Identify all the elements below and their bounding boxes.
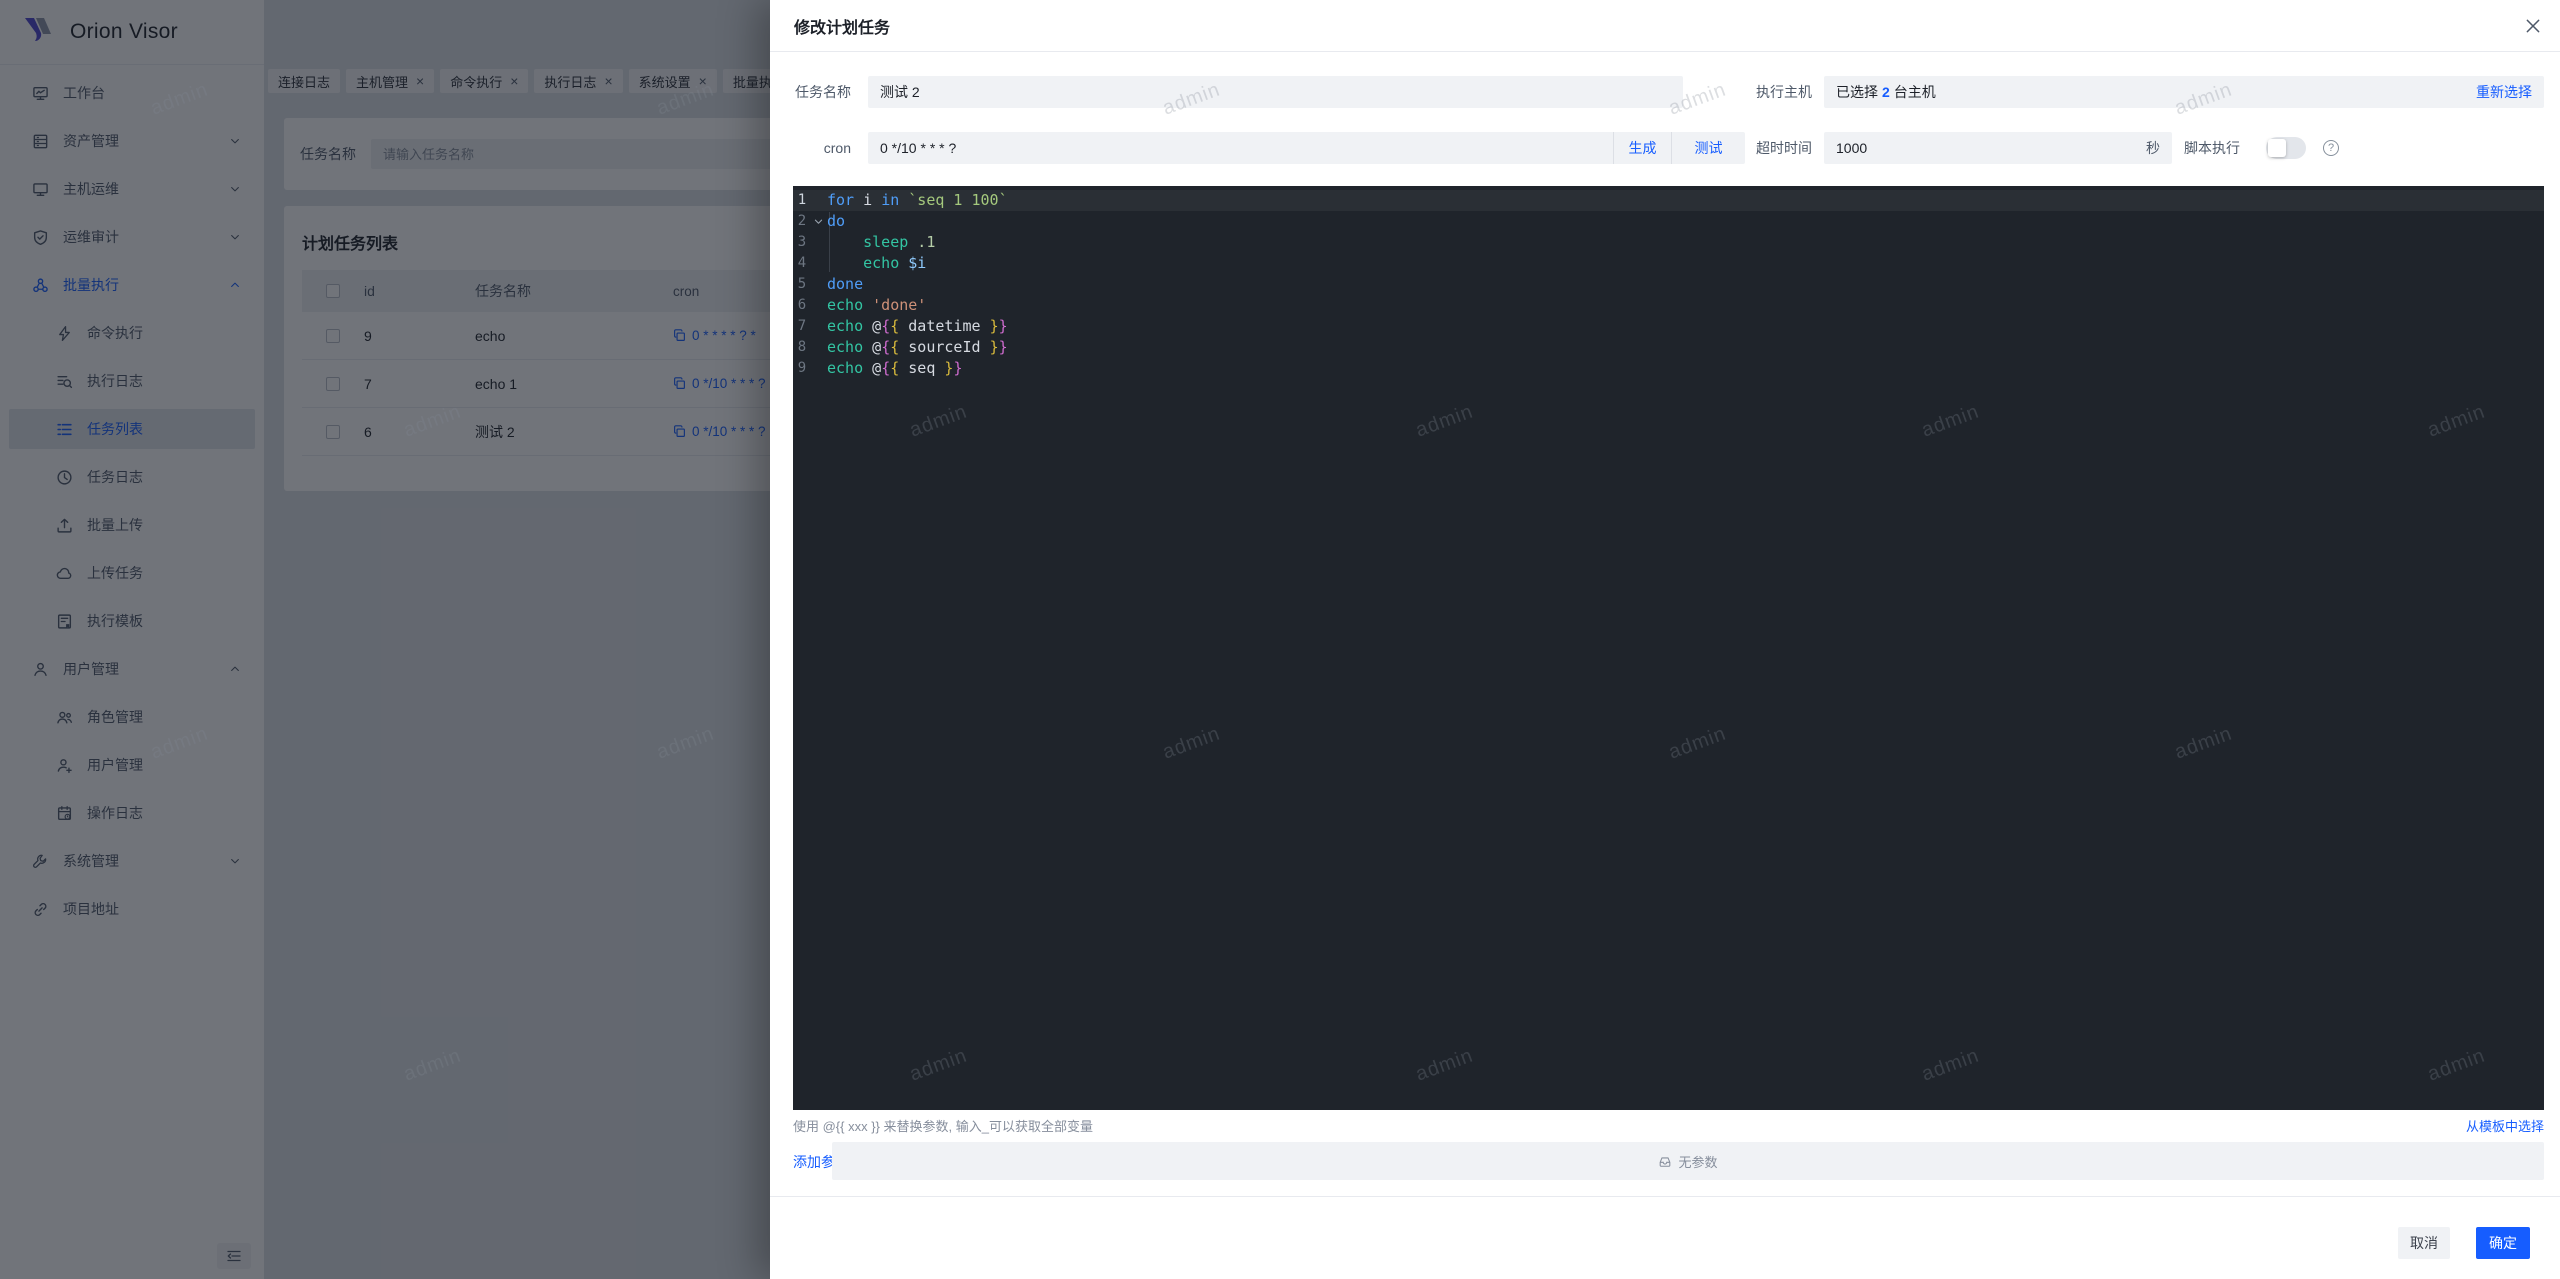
timeout-input[interactable] [1824,140,2024,156]
drawer-header: 修改计划任务 [770,0,2560,52]
from-template-link[interactable]: 从模板中选择 [2466,1116,2544,1135]
timeout-unit: 秒 [2146,138,2172,158]
no-param-text: 无参数 [1678,1152,1717,1171]
edit-task-drawer: 修改计划任务 任务名称 执行主机 已选择2台主机 重新选择 cron 生成 测试… [770,0,2560,1279]
fold-chevron-icon[interactable] [813,216,824,227]
line-number: 7 [793,316,811,337]
task-name-input[interactable] [868,84,1683,100]
line-number: 3 [793,232,811,253]
line-number: 8 [793,337,811,358]
timeout-label: 超时时间 [1746,132,1812,164]
screen: Orion Visor 工作台 资产管理 主机运维 运维审计 批量执行 命令执行… [0,0,2560,1279]
confirm-button[interactable]: 确定 [2476,1227,2530,1259]
cron-generate-button[interactable]: 生成 [1613,132,1671,164]
line-number: 1 [793,190,811,211]
code-line[interactable]: 1for i in `seq 1 100` [793,190,2544,211]
cron-test-button[interactable]: 测试 [1671,132,1745,164]
script-code-editor[interactable]: 1for i in `seq 1 100` 2do 3 sleep .1 4 e… [793,186,2544,1110]
param-hint-text: 使用 @{{ xxx }} 来替换参数, 输入_可以获取全部变量 [793,1116,1093,1135]
cron-field-group: 生成 测试 [868,132,1745,164]
code-line[interactable]: 4 echo $i [793,253,2544,274]
task-name-field [868,76,1683,108]
code-line[interactable]: 2do [793,211,2544,232]
line-number: 2 [793,211,811,232]
host-selected-text: 已选择2台主机 [1824,82,1936,102]
task-name-label: 任务名称 [786,76,851,108]
footer-divider [770,1196,2560,1197]
empty-box-icon [1658,1154,1672,1168]
drawer-title: 修改计划任务 [794,14,890,38]
exec-host-field: 已选择2台主机 重新选择 [1824,76,2544,108]
code-line[interactable]: 9echo @{{ seq }} [793,358,2544,379]
line-number: 9 [793,358,811,379]
exec-host-label: 执行主机 [1746,76,1812,108]
toggle-knob [2268,139,2286,157]
code-line[interactable]: 5done [793,274,2544,295]
line-number: 4 [793,253,811,274]
host-count: 2 [1878,84,1894,100]
cron-input[interactable] [868,140,1613,156]
cron-label: cron [786,132,851,164]
script-exec-label: 脚本执行 [2184,132,2242,164]
line-number: 5 [793,274,811,295]
code-line[interactable]: 3 sleep .1 [793,232,2544,253]
reselect-hosts-link[interactable]: 重新选择 [2476,82,2544,102]
help-icon[interactable]: ? [2323,140,2339,156]
timeout-field: 秒 [1824,132,2172,164]
close-icon[interactable] [2524,17,2542,35]
script-exec-toggle[interactable] [2266,137,2306,159]
line-number: 6 [793,295,811,316]
code-line[interactable]: 7echo @{{ datetime }} [793,316,2544,337]
help-glyph: ? [2328,142,2334,154]
code-line[interactable]: 6echo 'done' [793,295,2544,316]
no-param-bar: 无参数 [832,1142,2544,1180]
cancel-button[interactable]: 取消 [2398,1227,2450,1259]
code-line[interactable]: 8echo @{{ sourceId }} [793,337,2544,358]
